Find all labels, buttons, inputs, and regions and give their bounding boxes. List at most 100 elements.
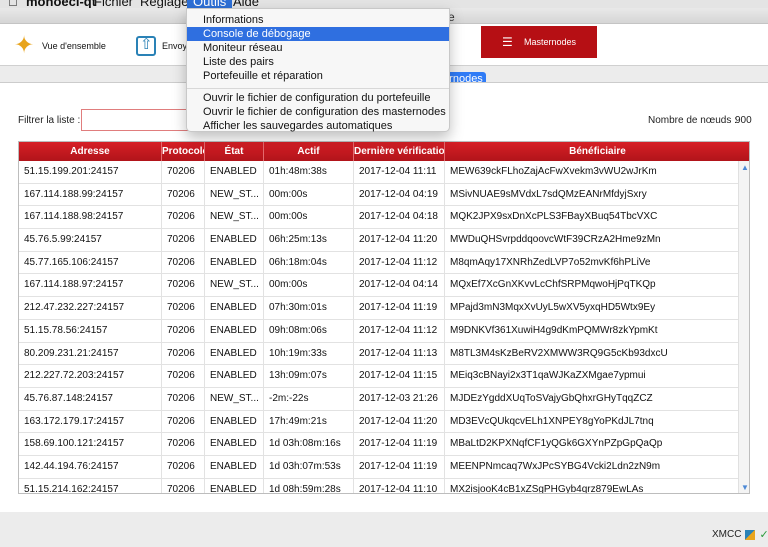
cell-protocol: 70206 bbox=[162, 161, 205, 183]
cell-active: 01h:48m:38s bbox=[264, 161, 354, 183]
cell-status: ENABLED bbox=[205, 365, 264, 387]
menu-outils[interactable]: Outils bbox=[187, 0, 233, 9]
column-header-payee[interactable]: Bénéficiaire bbox=[445, 142, 749, 161]
cell-address: 167.114.188.99:24157 bbox=[19, 183, 162, 206]
cell-address: 45.77.165.106:24157 bbox=[19, 251, 162, 274]
menu-item-open-wallet-config[interactable]: Ouvrir le fichier de configuration du po… bbox=[187, 91, 449, 105]
cell-active: 00m:00s bbox=[264, 274, 354, 297]
cell-payee: MEENPNmcaq7WxJPcSYBG4Vcki2Ldn2zN9m bbox=[450, 460, 661, 472]
cell-protocol: 70206 bbox=[162, 410, 205, 433]
cell-payee: MX2isjooK4cB1xZSgPHGyb4qrz879EwLAs bbox=[450, 483, 644, 494]
menu-item-debug-console[interactable]: Console de débogage bbox=[187, 27, 449, 41]
cell-payee: M8TL3M4sKzBeRV2XMWW3RQ9G5cKb93dxcU bbox=[450, 347, 668, 359]
menu-item-open-masternode-config[interactable]: Ouvrir le fichier de configuration des m… bbox=[187, 105, 449, 119]
cell-protocol: 70206 bbox=[162, 229, 205, 251]
scroll-up-icon[interactable]: ▲ bbox=[741, 163, 749, 172]
table-row[interactable]: 163.172.179.17:24157 70206 ENABLED 17h:49m:… bbox=[19, 410, 749, 434]
cell-last-check: 2017-12-04 11:15 bbox=[354, 365, 445, 387]
cell-active: 06h:25m:13s bbox=[264, 229, 354, 251]
cell-status: ENABLED bbox=[205, 161, 264, 183]
table-row[interactable]: 51.15.199.201:24157 70206 ENABLED 01h:48m:3… bbox=[19, 161, 749, 184]
vertical-scrollbar[interactable]: ▲ ▼ bbox=[738, 161, 749, 493]
cell-active: 00m:00s bbox=[264, 183, 354, 206]
cell-last-check: 2017-12-04 11:11 bbox=[354, 161, 445, 183]
cell-payee: MD3EVcQUkqcvELh1XNPEY8gYoPKdJL7tnq bbox=[450, 415, 654, 427]
column-header-status[interactable]: État bbox=[205, 142, 264, 161]
cell-status: ENABLED bbox=[205, 297, 264, 319]
table-row[interactable]: 167.114.188.97:24157 70206 NEW_ST... 00m:00… bbox=[19, 274, 749, 298]
table-row[interactable]: 45.77.165.106:24157 70206 ENABLED 06h:18m:0… bbox=[19, 251, 749, 275]
cell-address: 212.227.72.203:24157 bbox=[19, 365, 162, 387]
overview-button[interactable]: Vue d'ensemble bbox=[14, 31, 106, 60]
cell-protocol: 70206 bbox=[162, 183, 205, 206]
table-row[interactable]: 212.47.232.227:24157 70206 ENABLED 07h:30m:… bbox=[19, 297, 749, 320]
cell-payee: MQK2JPX9sxDnXcPLS3FBayXBuq54TbcVXC bbox=[450, 211, 658, 223]
cell-last-check: 2017-12-04 11:19 bbox=[354, 433, 445, 455]
cell-payee: MJDEzYgddXUqToSVajyGbQhxrGHyTqqZCZ bbox=[450, 392, 653, 404]
cell-address: 51.15.199.201:24157 bbox=[19, 161, 162, 183]
cell-protocol: 70206 bbox=[162, 297, 205, 319]
cell-address: 142.44.194.76:24157 bbox=[19, 455, 162, 478]
cell-status: NEW_ST... bbox=[205, 183, 264, 206]
cell-last-check: 2017-12-04 11:12 bbox=[354, 319, 445, 342]
send-icon bbox=[136, 35, 156, 56]
table-row[interactable]: 51.15.214.162:24157 70206 ENABLED 1d 08h:59… bbox=[19, 478, 749, 494]
column-header-protocol[interactable]: Protocole bbox=[162, 142, 205, 161]
filter-input[interactable] bbox=[81, 109, 191, 131]
cell-payee: M9DNKVf361XuwiH4g9dKmPQMWr8zkYpmKt bbox=[450, 324, 658, 336]
table-row[interactable]: 80.209.231.21:24157 70206 ENABLED 10h:19m:3… bbox=[19, 342, 749, 366]
table-row[interactable]: 167.114.188.98:24157 70206 NEW_ST... 00m:00… bbox=[19, 206, 749, 230]
cell-payee: MPajd3mN3MqxXvUyL5wXV5yxqHD5Wtx9Ey bbox=[450, 302, 656, 314]
cell-last-check: 2017-12-04 04:19 bbox=[354, 183, 445, 206]
cell-protocol: 70206 bbox=[162, 478, 205, 493]
cell-payee: MWDuQHSvrpddqoovcWtF39CRzA2Hme9zMn bbox=[450, 234, 661, 246]
cell-address: 51.15.78.56:24157 bbox=[19, 319, 162, 342]
cell-status: ENABLED bbox=[205, 229, 264, 251]
table-row[interactable]: 158.69.100.121:24157 70206 ENABLED 1d 03h:0… bbox=[19, 433, 749, 456]
table-row[interactable]: 212.227.72.203:24157 70206 ENABLED 13h:09m:… bbox=[19, 365, 749, 388]
cell-last-check: 2017-12-04 04:18 bbox=[354, 206, 445, 229]
menu-item-wallet-repair[interactable]: Portefeuille et réparation bbox=[187, 69, 449, 83]
cell-last-check: 2017-12-04 11:12 bbox=[354, 251, 445, 274]
column-header-last-check[interactable]: Dernière vérification bbox=[354, 142, 445, 161]
brand-logo-icon bbox=[745, 529, 756, 540]
cell-status: ENABLED bbox=[205, 251, 264, 274]
menu-item-show-backups[interactable]: Afficher les sauvegardes automatiques bbox=[187, 119, 449, 133]
menu-separator bbox=[187, 88, 449, 89]
cell-status: ENABLED bbox=[205, 455, 264, 478]
cell-status: ENABLED bbox=[205, 478, 264, 493]
cell-last-check: 2017-12-04 11:19 bbox=[354, 297, 445, 319]
table-row[interactable]: 51.15.78.56:24157 70206 ENABLED 09h:08m:06s… bbox=[19, 319, 749, 343]
menu-item-network-monitor[interactable]: Moniteur réseau bbox=[187, 41, 449, 55]
table-row[interactable]: 167.114.188.99:24157 70206 NEW_ST... 00m:00… bbox=[19, 183, 749, 207]
cell-address: 51.15.214.162:24157 bbox=[19, 478, 162, 493]
cell-status: ENABLED bbox=[205, 433, 264, 455]
cell-address: 80.209.231.21:24157 bbox=[19, 342, 162, 365]
menu-item-informations[interactable]: Informations bbox=[187, 13, 449, 27]
masternodes-button[interactable]: ☰ Masternodes bbox=[481, 26, 597, 58]
cell-status: ENABLED bbox=[205, 410, 264, 433]
masternode-table: Adresse Protocole État Actif Dernière vé… bbox=[18, 141, 750, 494]
column-header-address[interactable]: Adresse bbox=[19, 142, 162, 161]
cell-status: ENABLED bbox=[205, 319, 264, 342]
table-row[interactable]: 45.76.87.148:24157 70206 NEW_ST... -2m:-22s… bbox=[19, 387, 749, 411]
cell-protocol: 70206 bbox=[162, 251, 205, 274]
cell-last-check: 2017-12-04 11:10 bbox=[354, 478, 445, 493]
menubar:  monoeci-qt Fichier Réglages Outils Aid… bbox=[0, 0, 768, 9]
table-row[interactable]: 45.76.5.99:24157 70206 ENABLED 06h:25m:13s 2… bbox=[19, 229, 749, 252]
cell-protocol: 70206 bbox=[162, 387, 205, 410]
column-header-active[interactable]: Actif bbox=[264, 142, 354, 161]
cell-protocol: 70206 bbox=[162, 342, 205, 365]
masternodes-label: Masternodes bbox=[523, 37, 577, 47]
menu-item-peers-list[interactable]: Liste des pairs bbox=[187, 55, 449, 69]
cell-last-check: 2017-12-04 04:14 bbox=[354, 274, 445, 297]
node-count-label: Nombre de nœuds : bbox=[648, 115, 737, 126]
scroll-down-icon[interactable]: ▼ bbox=[741, 483, 749, 492]
cell-active: 06h:18m:04s bbox=[264, 251, 354, 274]
table-header: Adresse Protocole État Actif Dernière vé… bbox=[19, 142, 749, 161]
cell-active: 1d 03h:08m:16s bbox=[264, 433, 354, 455]
table-row[interactable]: 142.44.194.76:24157 70206 ENABLED 1d 03h:07… bbox=[19, 455, 749, 479]
cell-protocol: 70206 bbox=[162, 433, 205, 455]
cell-active: 17h:49m:21s bbox=[264, 410, 354, 433]
cell-last-check: 2017-12-04 11:13 bbox=[354, 342, 445, 365]
